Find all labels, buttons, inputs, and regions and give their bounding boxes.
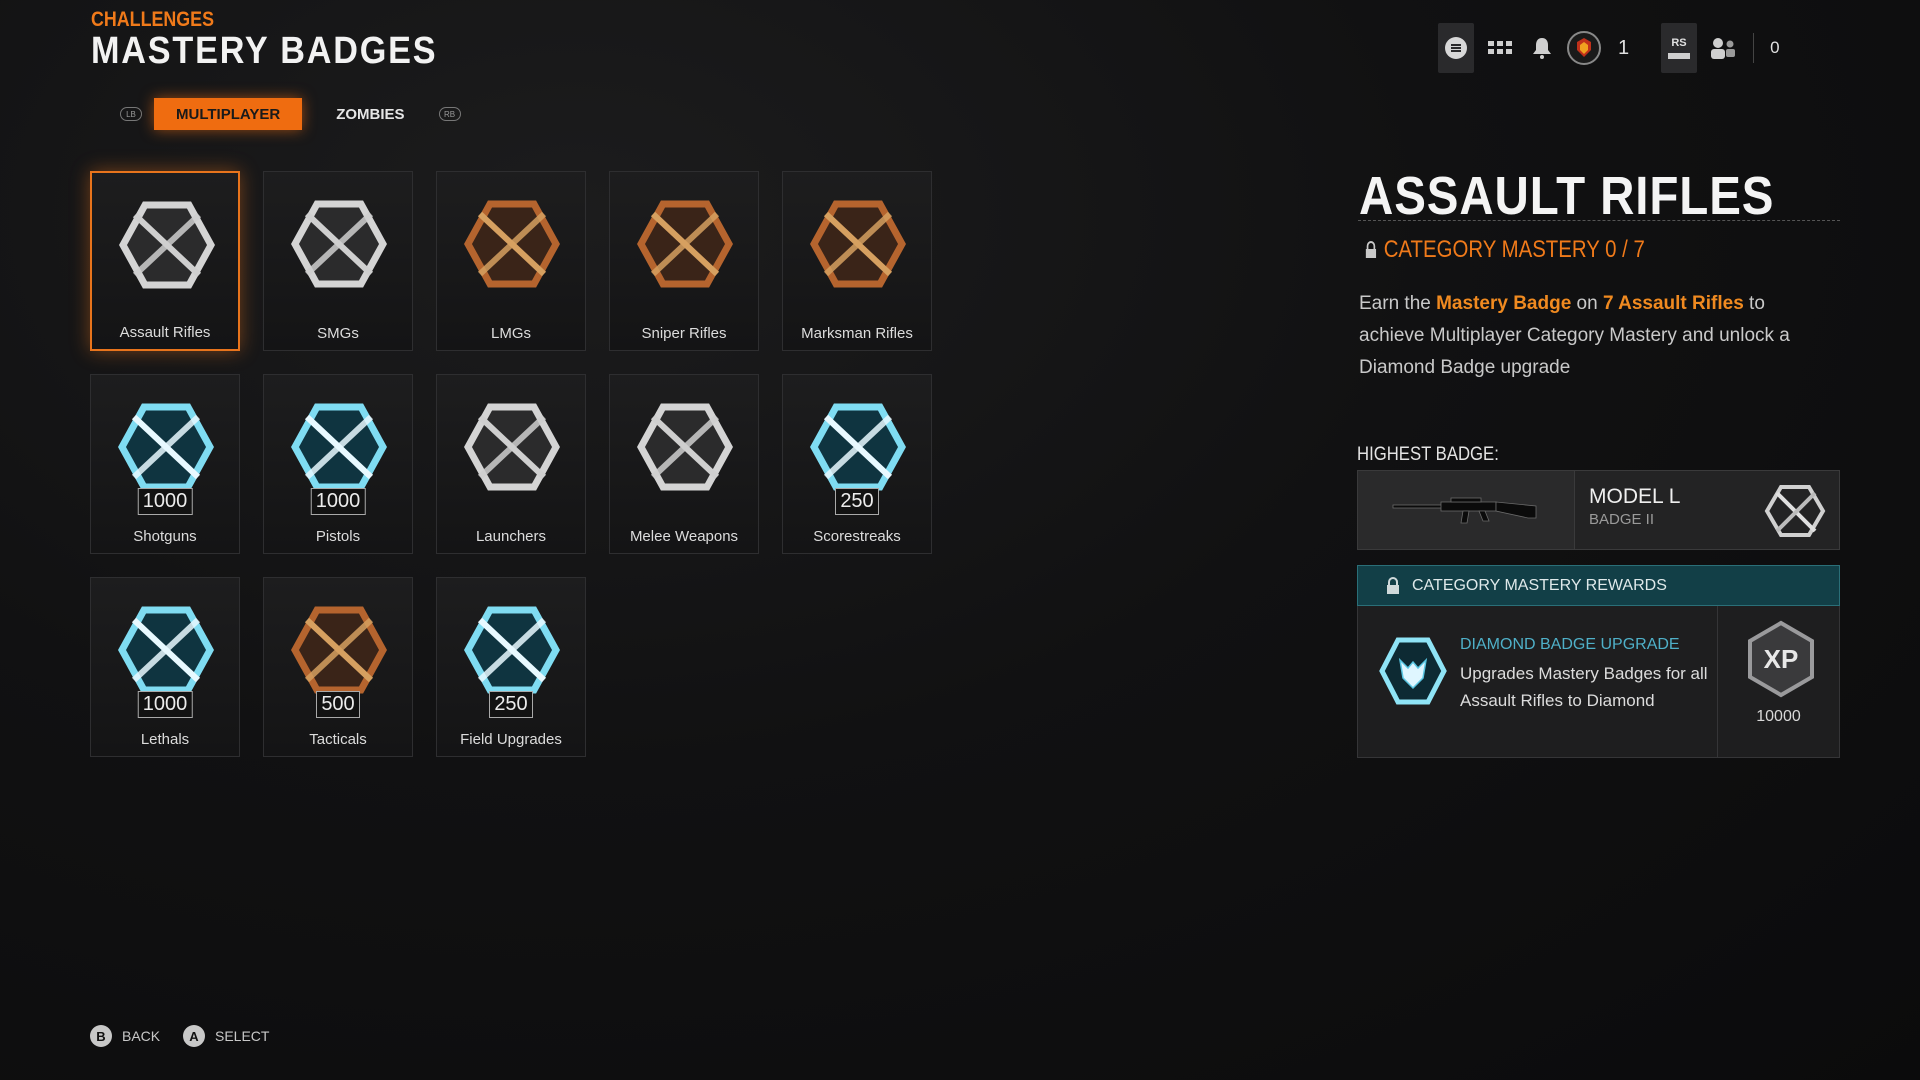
bronze-badge-icon xyxy=(464,200,560,288)
bronze-badge-icon xyxy=(291,606,387,694)
detail-title: ASSAULT RIFLES xyxy=(1359,166,1775,226)
silver-badge-icon xyxy=(291,200,387,288)
select-label: SELECT xyxy=(215,1028,270,1044)
bronze-badge-icon xyxy=(810,200,906,288)
silver-badge-icon xyxy=(1764,485,1826,537)
xp-reward: XP 10000 xyxy=(1718,606,1839,757)
divider xyxy=(1358,220,1840,221)
party-icon[interactable] xyxy=(1705,23,1741,73)
desc-highlight-assault-rifles: 7 Assault Rifles xyxy=(1602,293,1744,314)
silver-badge-icon xyxy=(119,201,215,289)
badge-count: 1000 xyxy=(137,691,193,718)
badge-count: 1000 xyxy=(310,488,366,515)
badge-count: 250 xyxy=(489,691,533,718)
category-label: Shotguns xyxy=(133,528,197,545)
select-button[interactable]: A SELECT xyxy=(183,1025,269,1047)
category-card[interactable]: 1000 Lethals xyxy=(90,577,240,757)
category-label: Lethals xyxy=(140,731,190,748)
category-mastery-text: CATEGORY MASTERY 0 / 7 xyxy=(1383,236,1645,263)
category-card[interactable]: 1000 Shotguns xyxy=(90,374,240,554)
category-card[interactable]: SMGs xyxy=(263,171,413,351)
category-label: Pistols xyxy=(315,528,361,545)
rank-emblem-icon xyxy=(1566,23,1602,73)
right-bumper-icon[interactable]: RB xyxy=(438,107,461,121)
breadcrumb: CHALLENGES xyxy=(91,8,214,31)
category-label: Field Upgrades xyxy=(460,731,562,748)
category-card[interactable]: 250 Field Upgrades xyxy=(436,577,586,757)
lock-icon xyxy=(1387,576,1399,594)
category-label: Tacticals xyxy=(309,731,367,748)
xp-value: 10000 xyxy=(1756,708,1801,725)
category-card[interactable]: Melee Weapons xyxy=(609,374,759,554)
rewards-header: CATEGORY MASTERY REWARDS xyxy=(1357,565,1840,606)
detail-description: Earn the Mastery Badge on 7 Assault Rifl… xyxy=(1359,288,1829,384)
reward-item: DIAMOND BADGE UPGRADE Upgrades Mastery B… xyxy=(1358,606,1718,757)
xp-icon-label: XP xyxy=(1764,644,1799,674)
category-label: Sniper Rifles xyxy=(641,325,727,342)
category-card[interactable]: 250 Scorestreaks xyxy=(782,374,932,554)
page-title: MASTERY BADGES xyxy=(91,30,438,72)
highest-badge-panel: MODEL L BADGE II xyxy=(1357,470,1840,550)
highest-badge-level: BADGE II xyxy=(1589,511,1655,528)
desc-highlight-mastery-badge: Mastery Badge xyxy=(1436,293,1572,314)
left-bumper-icon[interactable]: LB xyxy=(120,107,142,121)
category-label: Launchers xyxy=(475,528,547,545)
diamond-badge-icon xyxy=(118,403,214,491)
category-card[interactable]: 1000 Pistols xyxy=(263,374,413,554)
lock-icon xyxy=(1365,241,1377,258)
grid-icon[interactable] xyxy=(1482,23,1518,73)
tab-multiplayer[interactable]: MULTIPLAYER xyxy=(154,98,303,130)
badge-count: 500 xyxy=(316,691,360,718)
category-card[interactable]: LMGs xyxy=(436,171,586,351)
xp-icon: XP xyxy=(1748,620,1814,698)
topbar: 1 RS 0 xyxy=(1438,22,1780,74)
badge-count: 250 xyxy=(835,488,879,515)
bronze-badge-icon xyxy=(637,200,733,288)
category-label: Marksman Rifles xyxy=(801,325,913,342)
category-label: Melee Weapons xyxy=(629,528,739,545)
reward-description: Upgrades Mastery Badges for all Assault … xyxy=(1460,664,1708,710)
diamond-badge-icon xyxy=(291,403,387,491)
category-label: Scorestreaks xyxy=(813,528,901,545)
desc-part: Earn the xyxy=(1359,293,1437,314)
divider xyxy=(1753,33,1755,63)
category-label: SMGs xyxy=(317,325,359,342)
category-card[interactable]: Launchers xyxy=(436,374,586,554)
diamond-badge-icon xyxy=(464,606,560,694)
category-card[interactable]: Assault Rifles xyxy=(90,171,240,351)
rank-value: 1 xyxy=(1618,36,1630,59)
diamond-badge-icon xyxy=(118,606,214,694)
badge-count: 1000 xyxy=(137,488,193,515)
diamond-badge-icon xyxy=(810,403,906,491)
desc-part: on xyxy=(1571,293,1603,314)
rs-label: RS xyxy=(1671,37,1686,49)
category-card[interactable]: Sniper Rifles xyxy=(609,171,759,351)
rewards-header-text: CATEGORY MASTERY REWARDS xyxy=(1412,576,1667,594)
silver-badge-icon xyxy=(637,403,733,491)
a-button-icon: A xyxy=(183,1025,205,1047)
bell-icon[interactable] xyxy=(1524,23,1560,73)
highest-badge-label: HIGHEST BADGE: xyxy=(1357,444,1499,465)
diamond-badge-icon xyxy=(1379,637,1447,705)
reward-title: DIAMOND BADGE UPGRADE xyxy=(1460,636,1680,653)
party-count: 0 xyxy=(1770,38,1780,57)
reward-row: DIAMOND BADGE UPGRADE Upgrades Mastery B… xyxy=(1357,606,1840,758)
b-button-icon: B xyxy=(90,1025,112,1047)
back-button[interactable]: B BACK xyxy=(90,1025,160,1047)
rifle-icon xyxy=(1392,497,1537,524)
silver-badge-icon xyxy=(464,403,560,491)
category-mastery: CATEGORY MASTERY 0 / 7 xyxy=(1365,236,1645,264)
tab-bar: LB MULTIPLAYER ZOMBIES RB xyxy=(120,98,461,130)
rs-button-icon[interactable]: RS xyxy=(1661,23,1698,73)
category-label: LMGs xyxy=(490,325,531,342)
menu-icon[interactable] xyxy=(1438,23,1474,73)
category-card[interactable]: Marksman Rifles xyxy=(782,171,932,351)
category-label: Assault Rifles xyxy=(119,324,211,341)
back-label: BACK xyxy=(122,1028,161,1044)
category-card[interactable]: 500 Tacticals xyxy=(263,577,413,757)
highest-badge-info: MODEL L BADGE II xyxy=(1575,470,1840,550)
weapon-image xyxy=(1357,470,1575,550)
highest-badge-weapon: MODEL L xyxy=(1589,485,1681,508)
tab-zombies[interactable]: ZOMBIES xyxy=(314,98,426,130)
